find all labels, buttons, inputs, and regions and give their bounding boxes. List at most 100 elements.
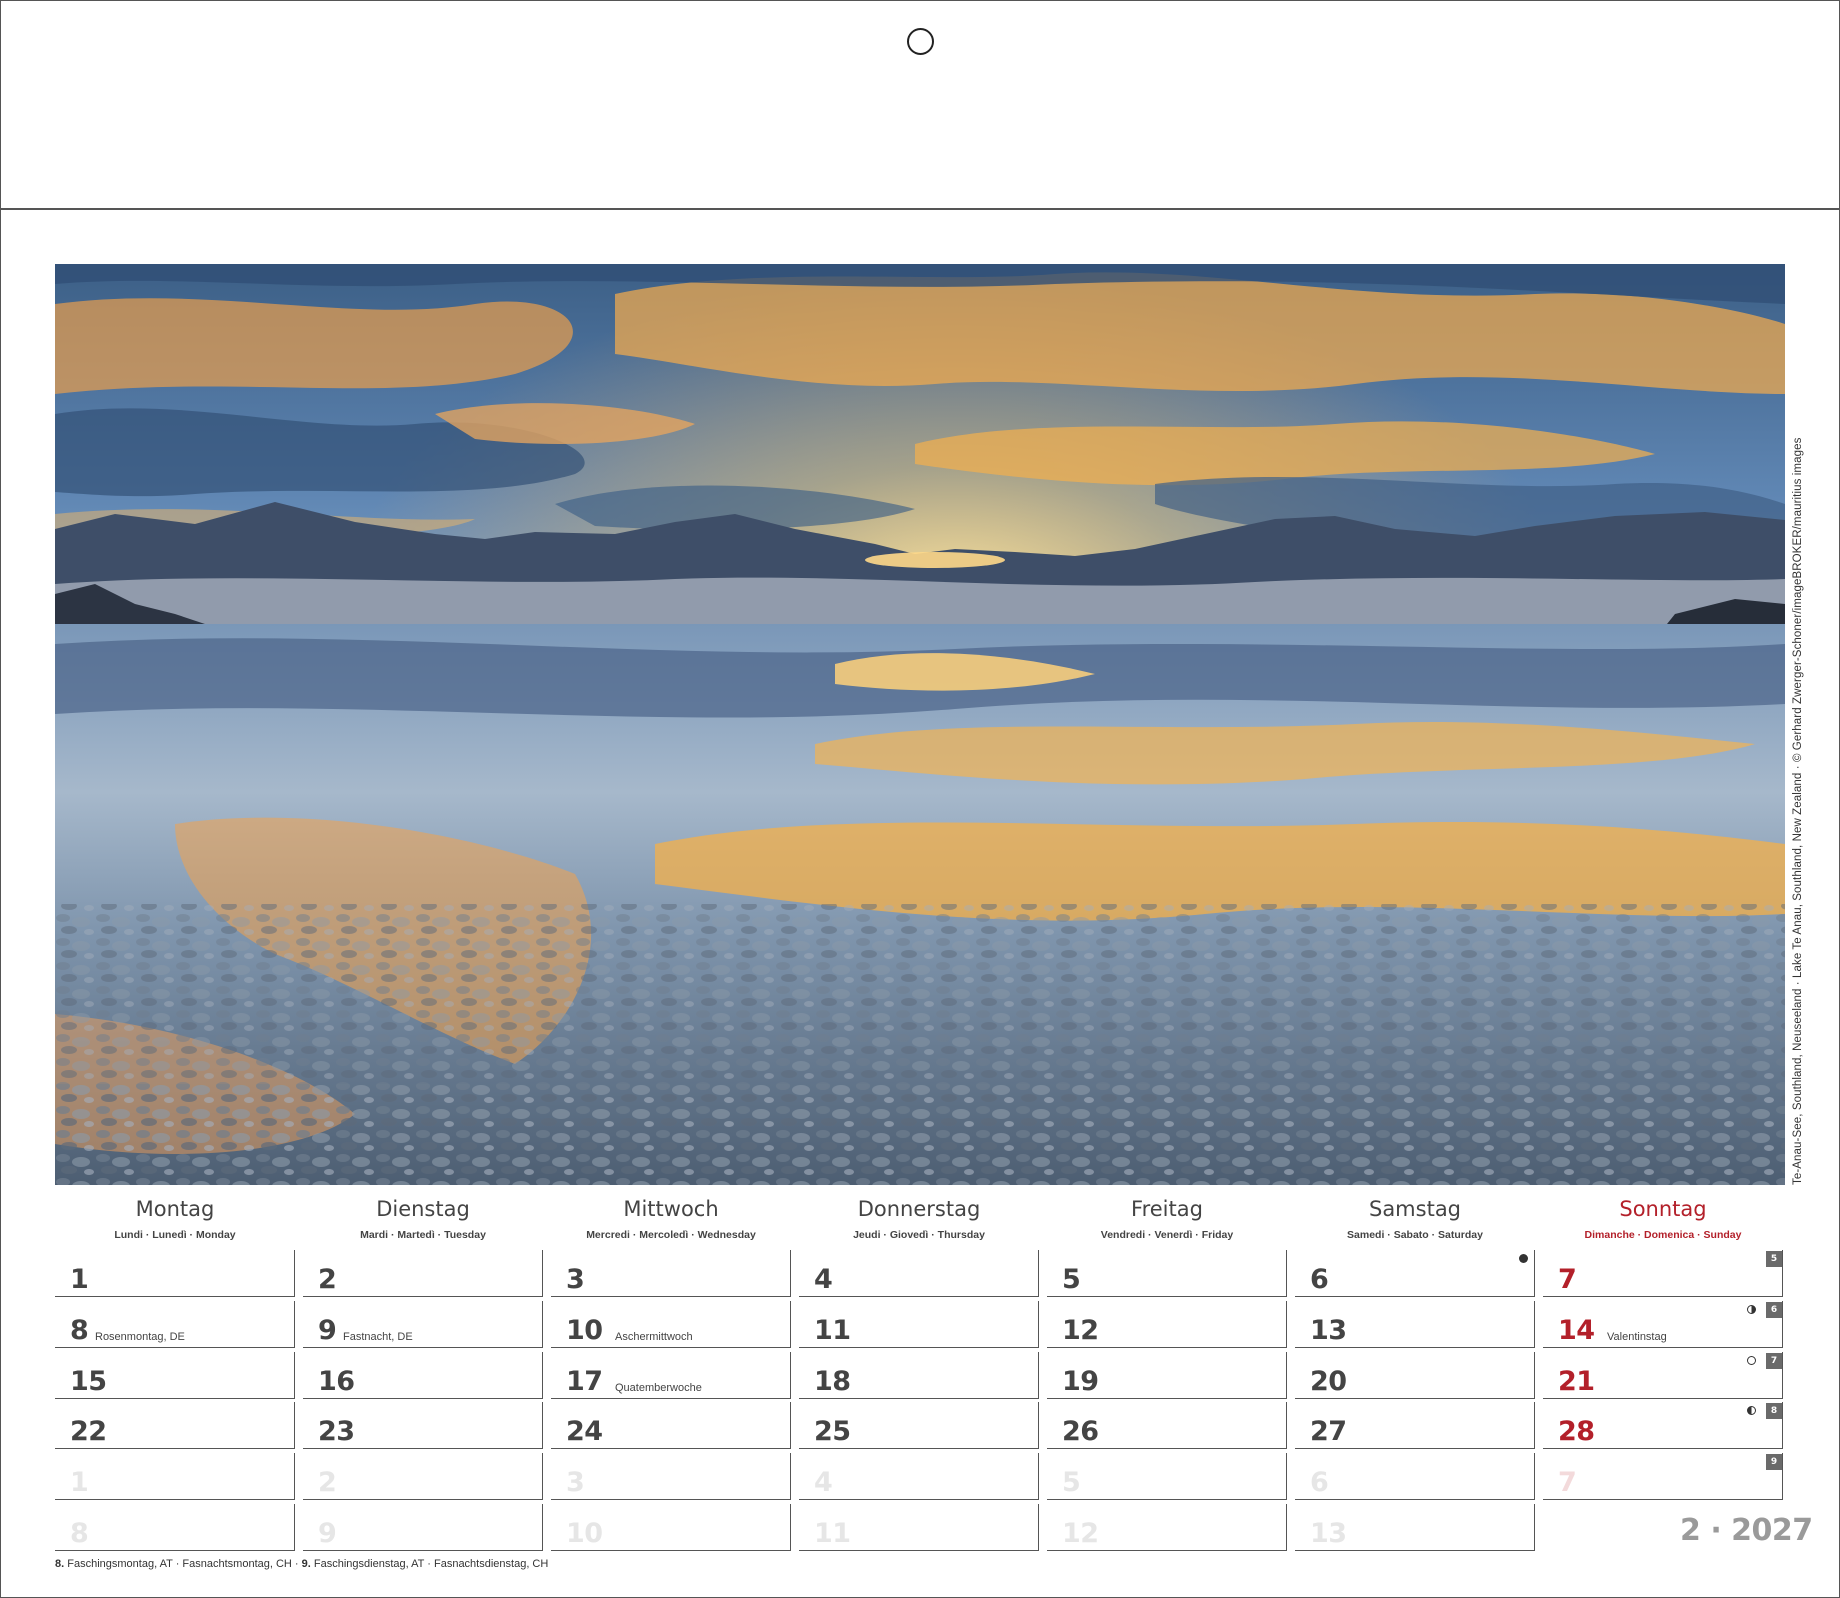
day-cell: 21 7	[1543, 1352, 1783, 1399]
day-cell: 12	[1047, 1301, 1287, 1348]
day-number: 9	[318, 1518, 337, 1549]
day-cell: 15	[55, 1352, 295, 1399]
day-cell: 75	[1543, 1250, 1783, 1297]
new-moon-icon	[1519, 1254, 1528, 1263]
day-cell: 6	[1295, 1250, 1535, 1297]
footnote-separator: ·	[175, 1558, 180, 1570]
day-cell: 2	[303, 1453, 543, 1500]
weekday-header-saturday: Samstag Samedi · Sabato · Saturday	[1295, 1190, 1535, 1242]
weekday-name: Mittwoch	[623, 1197, 719, 1221]
day-number: 5	[1062, 1467, 1081, 1498]
day-cell: 6	[1295, 1453, 1535, 1500]
footnote-separator: ·	[427, 1558, 431, 1570]
weekday-header-monday: Montag Lundi · Lunedì · Monday	[55, 1190, 295, 1242]
day-number: 6	[1310, 1467, 1329, 1498]
day-number: 6	[1310, 1264, 1329, 1295]
day-cell: 1	[55, 1453, 295, 1500]
week-number-badge: 7	[1766, 1353, 1782, 1369]
weekday-name: Dienstag	[376, 1197, 470, 1221]
last-quarter-moon-icon	[1747, 1305, 1756, 1314]
footnote-text: Faschingsmontag, AT	[67, 1558, 173, 1570]
day-number: 1	[70, 1264, 89, 1295]
day-cell: 3	[551, 1250, 791, 1297]
day-number: 7	[1558, 1264, 1577, 1295]
weekday-header-friday: Freitag Vendredi · Venerdì · Friday	[1047, 1190, 1287, 1242]
day-number: 2	[318, 1264, 337, 1295]
day-number: 28	[1558, 1416, 1595, 1447]
weekday-name: Sonntag	[1619, 1197, 1707, 1221]
weekday-name: Freitag	[1131, 1197, 1203, 1221]
landscape-photo	[55, 264, 1785, 1185]
day-number: 15	[70, 1366, 107, 1397]
day-number: 1	[70, 1467, 89, 1498]
day-number: 13	[1310, 1315, 1347, 1346]
day-cell: 18	[799, 1352, 1039, 1399]
weekday-header-sunday: Sonntag Dimanche · Domenica · Sunday	[1543, 1190, 1783, 1242]
day-number: 9	[318, 1315, 337, 1346]
calendar-grid: Montag Lundi · Lunedì · Monday Dienstag …	[55, 1190, 1786, 1560]
day-number: 14	[1558, 1315, 1595, 1346]
day-number: 24	[566, 1416, 603, 1447]
weekday-translations: Samedi · Sabato · Saturday	[1347, 1229, 1483, 1241]
day-cell: 8	[55, 1504, 295, 1551]
day-number: 23	[318, 1416, 355, 1447]
day-cell: 13	[1295, 1504, 1535, 1551]
day-number: 3	[566, 1467, 585, 1498]
hanging-hole-icon	[907, 28, 934, 55]
weekday-translations: Lundi · Lunedì · Monday	[114, 1229, 236, 1241]
holiday-note: Fastnacht, DE	[343, 1331, 413, 1343]
lake-sunset-image	[55, 264, 1785, 1185]
day-cell: 3	[551, 1453, 791, 1500]
weekday-header-wednesday: Mittwoch Mercredi · Mercoledì · Wednesda…	[551, 1190, 791, 1242]
day-number: 2	[318, 1467, 337, 1498]
day-number: 11	[814, 1518, 851, 1549]
first-quarter-moon-icon	[1747, 1406, 1756, 1415]
day-number: 10	[566, 1518, 603, 1549]
footnote-text: Faschingsdienstag, AT	[313, 1558, 425, 1570]
weekday-header-thursday: Donnerstag Jeudi · Giovedì · Thursday	[799, 1190, 1039, 1242]
day-cell: 16	[303, 1352, 543, 1399]
day-cell: 11	[799, 1301, 1039, 1348]
day-cell: 5	[1047, 1250, 1287, 1297]
holiday-note: Rosenmontag, DE	[95, 1331, 185, 1343]
weekday-translations: Jeudi · Giovedì · Thursday	[853, 1229, 985, 1241]
day-cell: 24	[551, 1402, 791, 1449]
day-number: 4	[814, 1467, 833, 1498]
day-cell: 19	[1047, 1352, 1287, 1399]
weekday-translations: Mardi · Martedì · Tuesday	[360, 1229, 486, 1241]
footnote-text: Fasnachtsmontag, CH	[182, 1558, 292, 1570]
day-number: 21	[1558, 1366, 1595, 1397]
day-cell: 12	[1047, 1504, 1287, 1551]
day-number: 17	[566, 1366, 603, 1397]
day-cell: 17 Quatemberwoche	[551, 1352, 791, 1399]
day-number: 19	[1062, 1366, 1099, 1397]
full-moon-icon	[1747, 1356, 1756, 1365]
footnote-separator: ·	[294, 1558, 299, 1570]
day-number: 13	[1310, 1518, 1347, 1549]
day-cell: 13	[1295, 1301, 1535, 1348]
day-cell: 25	[799, 1402, 1039, 1449]
day-cell: 2	[303, 1250, 543, 1297]
day-cell: 11	[799, 1504, 1039, 1551]
day-cell: 10	[551, 1504, 791, 1551]
day-cell: 4	[799, 1250, 1039, 1297]
day-cell: 10 Aschermittwoch	[551, 1301, 791, 1348]
holiday-footnotes: 8. Faschingsmontag, AT · Fasnachtsmontag…	[55, 1558, 548, 1570]
day-number: 12	[1062, 1315, 1099, 1346]
weekday-translations: Vendredi · Venerdì · Friday	[1100, 1229, 1234, 1241]
day-cell: 28 8	[1543, 1402, 1783, 1449]
day-cell: 5	[1047, 1453, 1287, 1500]
day-cell: 26	[1047, 1402, 1287, 1449]
holiday-note: Aschermittwoch	[615, 1331, 693, 1343]
day-number: 26	[1062, 1416, 1099, 1447]
day-cell: 14 Valentinstag 6	[1543, 1301, 1783, 1348]
weekday-name: Samstag	[1368, 1197, 1462, 1221]
holiday-note: Quatemberwoche	[615, 1382, 702, 1394]
day-number: 7	[1558, 1467, 1577, 1498]
day-number: 20	[1310, 1366, 1347, 1397]
week-number-badge: 8	[1766, 1403, 1782, 1419]
day-number: 8	[70, 1518, 89, 1549]
weekday-name: Montag	[135, 1197, 215, 1221]
day-number: 4	[814, 1264, 833, 1295]
week-number-badge: 6	[1766, 1302, 1782, 1318]
